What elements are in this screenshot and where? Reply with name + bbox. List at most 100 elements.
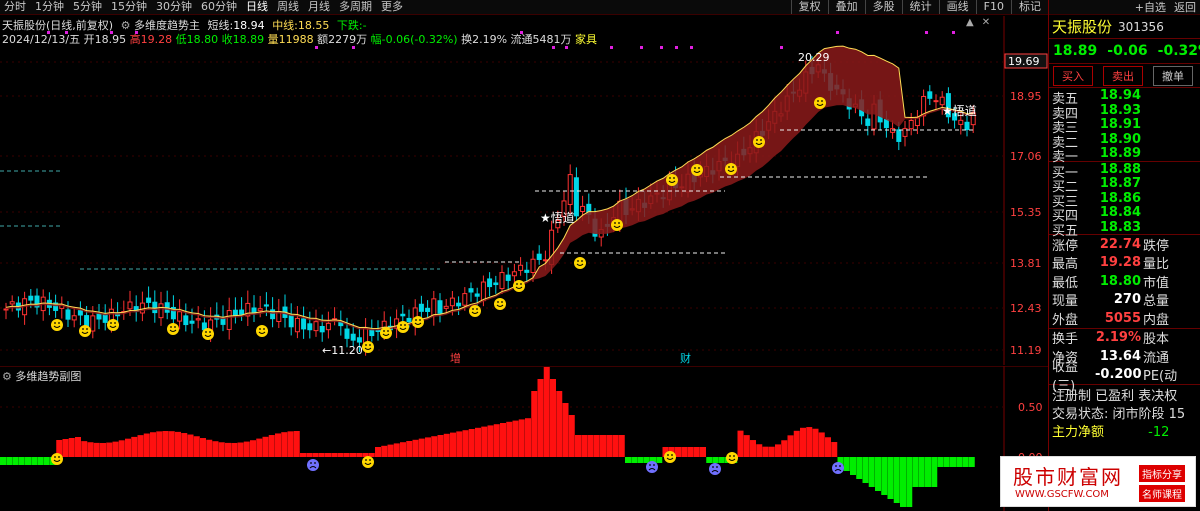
quote-label-2: PE(动 [1143,369,1178,385]
period-tab-6[interactable]: 日线 [242,0,273,14]
tool-button-6[interactable]: 标记 [1011,0,1048,14]
sub-settings-icon[interactable]: ⚙ [2,370,12,383]
price-axis-label: 12.43 [1010,302,1042,315]
sub-bar [968,457,975,467]
candle-body [580,205,586,212]
sub-bar [856,457,863,479]
asks-row[interactable]: 卖二 18.90 [1049,131,1200,151]
sub-bar [850,457,856,475]
sub-bar [843,457,850,471]
sub-chart-svg[interactable]: 0.500.00 [0,365,1048,511]
smiley-eye [419,319,421,321]
candle-body [263,304,269,307]
smiley-eye [649,464,651,466]
add-watchlist-button[interactable]: +自选 [1131,0,1170,15]
sub-chart[interactable]: 0.500.00 ⚙ 多维趋势副图 [0,365,1048,511]
sub-bar [818,432,825,457]
period-tab-10[interactable]: 更多 [377,0,408,14]
smiley-eye [729,455,731,457]
period-tab-5[interactable]: 60分钟 [197,0,242,14]
sell-button[interactable]: 卖出 [1103,65,1143,86]
candle-body [468,288,474,293]
period-tab-9[interactable]: 多周期 [335,0,377,14]
low-mark-label: ←11.20 [322,344,363,357]
sub-bar [562,403,569,457]
period-tab-1[interactable]: 1分钟 [31,0,69,14]
expand-icon[interactable]: ▲ [966,17,974,28]
period-tab-2[interactable]: 5分钟 [69,0,107,14]
tool-button-1[interactable]: 叠加 [827,0,865,14]
sub-bar [25,457,31,465]
asks-row[interactable]: 卖三 18.91 [1049,117,1200,136]
asks-row[interactable]: 卖一 18.89 [1049,146,1200,165]
main-flow-label: 主力净额 [1052,425,1105,440]
quote-row: 换手 2.19% 股本 [1049,329,1200,347]
bids-row[interactable]: 买五 18.83 [1049,220,1200,239]
sub-bar [93,442,100,457]
tool-button-5[interactable]: F10 [975,0,1011,14]
sub-bar [537,379,544,457]
sub-bar [637,457,644,463]
asks-price: 18.90 [1099,131,1141,147]
low-label: 低 [175,33,187,46]
quote-value: 19.28 [1099,255,1141,271]
smiley-face [167,323,179,335]
kline-svg[interactable]: 19.6918.9517.0615.3513.8112.4311.1919.69… [0,16,1048,365]
sub-bar [550,379,556,457]
sub-bar [862,457,869,483]
asks-price: 18.93 [1099,102,1141,118]
signal-dot [925,31,928,34]
signal-dot [952,31,955,34]
sub-bar [693,447,700,457]
sub-bar [800,427,806,457]
candle-body [127,301,133,310]
candle-body [474,293,480,297]
tool-button-0[interactable]: 复权 [790,0,828,14]
sub-bar [906,457,913,507]
tool-button-3[interactable]: 统计 [901,0,939,14]
tool-buttons: 复权 叠加 多股 统计 画线 F10 标记 [790,0,1048,14]
candle-body [573,177,579,217]
sub-chart-title[interactable]: 多维趋势副图 [15,370,81,383]
sector-label[interactable]: 家具 [575,33,597,46]
bids-row[interactable]: 买四 18.84 [1049,205,1200,224]
close-icon[interactable]: ✕ [982,17,990,28]
bids-row[interactable]: 买二 18.87 [1049,176,1200,195]
candle-body [964,121,970,131]
stock-code: 301356 [1118,19,1164,34]
bids-row[interactable]: 买一 18.88 [1049,162,1200,181]
sub-bar [206,439,213,457]
candle-body [524,269,530,273]
bids-row[interactable]: 买三 18.86 [1049,191,1200,210]
candle-body [177,311,183,322]
signal-dot [640,46,643,49]
period-tab-3[interactable]: 15分钟 [107,0,152,14]
signal-dot [780,46,783,49]
kline-chart[interactable]: 19.6918.9517.0615.3513.8112.4311.1919.69… [0,16,1048,365]
bar-date: 2024/12/13/五 [2,33,81,46]
sub-bar [568,415,575,457]
smiley-eye [209,331,211,333]
sub-bar [700,447,706,457]
buy-button[interactable]: 买入 [1053,65,1093,86]
asks-row[interactable]: 卖五 18.94 [1049,88,1200,107]
smiley-eye [86,328,88,330]
cancel-order-button[interactable]: 撤单 [1153,65,1193,86]
smiley-icon [814,97,826,109]
period-tab-0[interactable]: 分时 [0,0,31,14]
tool-button-4[interactable]: 画线 [938,0,976,14]
smiley-eye [54,322,56,324]
smiley-face [814,97,826,109]
period-tab-7[interactable]: 周线 [273,0,304,14]
back-button[interactable]: 返回 [1170,0,1200,15]
sub-bar [62,439,69,457]
asks-row[interactable]: 卖四 18.93 [1049,102,1200,122]
tool-button-2[interactable]: 多股 [864,0,902,14]
sub-bar [262,436,269,457]
smiley-eye [170,326,172,328]
period-tab-8[interactable]: 月线 [304,0,335,14]
period-tabs: 分时 1分钟 5分钟 15分钟 30分钟 60分钟 日线 周线 月线 多周期 更多 [0,0,791,14]
sub-bar [943,457,950,467]
high-value: 19.28 [140,33,173,46]
period-tab-4[interactable]: 30分钟 [152,0,197,14]
